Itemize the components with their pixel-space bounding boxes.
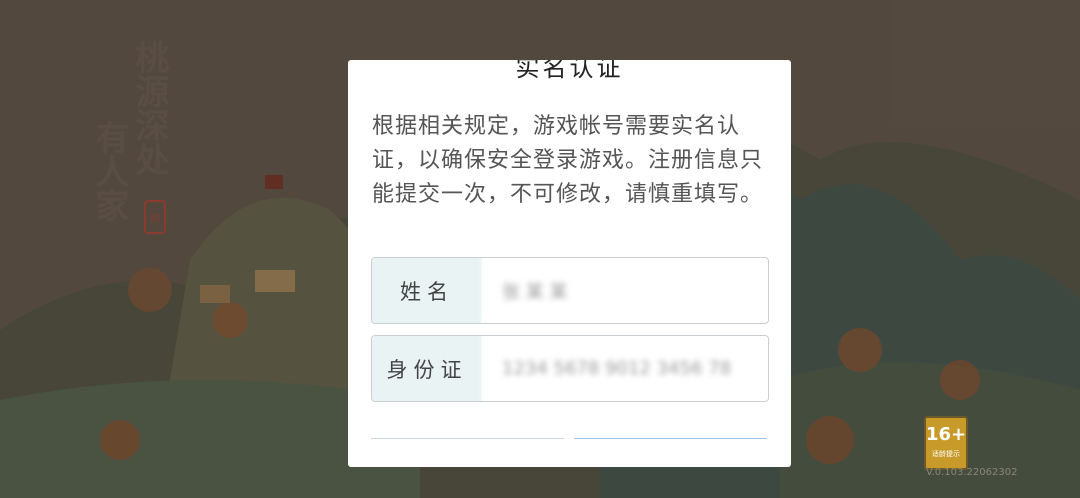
dialog-title: 实名认证 — [515, 60, 624, 82]
id-input[interactable]: 1234 5678 9012 3456 78 — [482, 336, 768, 401]
logo-line2: 有人家 — [89, 120, 129, 222]
version-label: V.0.103.22062302 — [926, 467, 1018, 478]
id-label: 身份证 — [372, 336, 482, 401]
real-name-dialog: 实名认证 根据相关规定，游戏帐号需要实名认证，以确保安全登录游戏。注册信息只能提… — [348, 60, 791, 467]
game-logo: 桃源深处 有人家 印 — [89, 40, 180, 250]
age-rating-badge: 16+ 适龄提示 — [924, 416, 968, 470]
dialog-description: 根据相关规定，游戏帐号需要实名认证，以确保安全登录游戏。注册信息只能提交一次，不… — [372, 114, 764, 207]
dialog-buttons — [371, 438, 767, 442]
confirm-button[interactable] — [574, 438, 767, 442]
logo-line1: 桃源深处 — [129, 40, 169, 176]
id-field[interactable]: 身份证 1234 5678 9012 3456 78 — [371, 335, 769, 402]
name-input[interactable]: 张 某 某 — [482, 258, 768, 323]
seal-stamp: 印 — [144, 200, 166, 234]
age-hint: 适龄提示 — [932, 450, 960, 458]
cancel-button[interactable] — [371, 438, 564, 442]
name-label: 姓名 — [372, 258, 482, 323]
name-field[interactable]: 姓名 张 某 某 — [371, 257, 769, 324]
age-rating: 16+ — [926, 424, 967, 445]
